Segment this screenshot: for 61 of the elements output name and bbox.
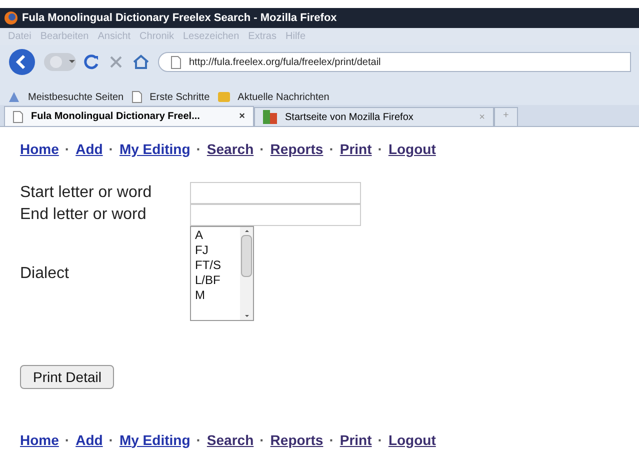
nav-link[interactable]: Print — [340, 430, 372, 450]
nav-link[interactable]: Reports — [270, 139, 324, 160]
separator: · — [378, 140, 382, 159]
page-icon — [171, 56, 181, 68]
page-icon — [13, 110, 23, 122]
separator: · — [378, 430, 382, 450]
tab-close-button[interactable]: × — [239, 109, 245, 124]
separator: · — [196, 430, 201, 450]
list-option[interactable]: M — [195, 288, 240, 303]
separator: · — [196, 140, 201, 159]
print-detail-button[interactable]: Print Detail — [20, 365, 114, 389]
window-title: Fula Monolingual Dictionary Freelex Search - Mozilla Firefox — [22, 10, 337, 26]
separator: · — [260, 140, 264, 159]
end-label: End letter or word — [20, 205, 148, 225]
nav-link[interactable]: Home — [20, 430, 59, 450]
nav-link[interactable]: Logout — [388, 139, 436, 160]
start-field[interactable] — [190, 182, 361, 204]
firefox-icon — [4, 11, 18, 25]
list-option[interactable]: FT/S — [195, 258, 240, 273]
tab-label: Fula Monolingual Dictionary Freel... — [31, 110, 201, 124]
list-option[interactable]: A — [195, 228, 240, 243]
nav-link[interactable]: Search — [206, 430, 254, 450]
nav-link[interactable]: Logout — [388, 430, 436, 450]
browser-tab[interactable]: Startseite von Mozilla Firefox × — [254, 107, 494, 126]
reload-icon[interactable] — [84, 54, 100, 70]
scroll-thumb[interactable] — [241, 235, 252, 277]
list-option[interactable]: L/BF — [195, 273, 240, 288]
separator: · — [108, 140, 114, 159]
start-label: Start letter or word — [20, 183, 153, 203]
back-icon[interactable] — [8, 48, 36, 76]
separator: · — [260, 430, 264, 450]
bookmark-link[interactable]: Erste Schritte — [150, 90, 210, 104]
nav-link[interactable]: My Editing — [119, 430, 190, 450]
bookmark-link[interactable]: Aktuelle Nachrichten — [238, 90, 330, 104]
bookmark-link[interactable]: Meistbesuchte Seiten — [28, 90, 124, 104]
browser-tab[interactable]: Fula Monolingual Dictionary Freel... × — [4, 106, 254, 126]
separator: · — [329, 140, 334, 159]
stop-icon[interactable] — [108, 54, 124, 70]
feed-icon — [218, 91, 230, 103]
separator: · — [108, 430, 114, 450]
dialect-listbox[interactable]: A FJ FT/S L/BF M — [190, 226, 254, 321]
nav-link[interactable]: Home — [20, 139, 59, 160]
nav-link[interactable]: Reports — [270, 430, 324, 450]
home-icon[interactable] — [132, 54, 150, 70]
nav-link[interactable]: My Editing — [119, 139, 190, 160]
separator: · — [64, 140, 70, 159]
nav-link[interactable]: Search — [206, 139, 254, 160]
nav-link[interactable]: Add — [76, 430, 103, 450]
separator: · — [64, 430, 70, 450]
nav-link[interactable]: Add — [76, 139, 103, 160]
tab-label: Startseite von Mozilla Firefox — [285, 110, 414, 124]
address-bar[interactable]: http://fula.freelex.org/fula/freelex/print/detail — [158, 52, 631, 72]
nav-link[interactable]: Print — [340, 139, 372, 160]
dialect-label: Dialect — [20, 264, 70, 284]
forward-icon[interactable] — [44, 52, 76, 72]
separator: · — [329, 430, 334, 450]
page-icon — [132, 91, 142, 103]
scrollbar[interactable] — [240, 227, 253, 320]
end-field[interactable] — [190, 204, 361, 226]
scroll-down-icon[interactable] — [242, 312, 250, 320]
list-option[interactable]: FJ — [195, 243, 240, 258]
